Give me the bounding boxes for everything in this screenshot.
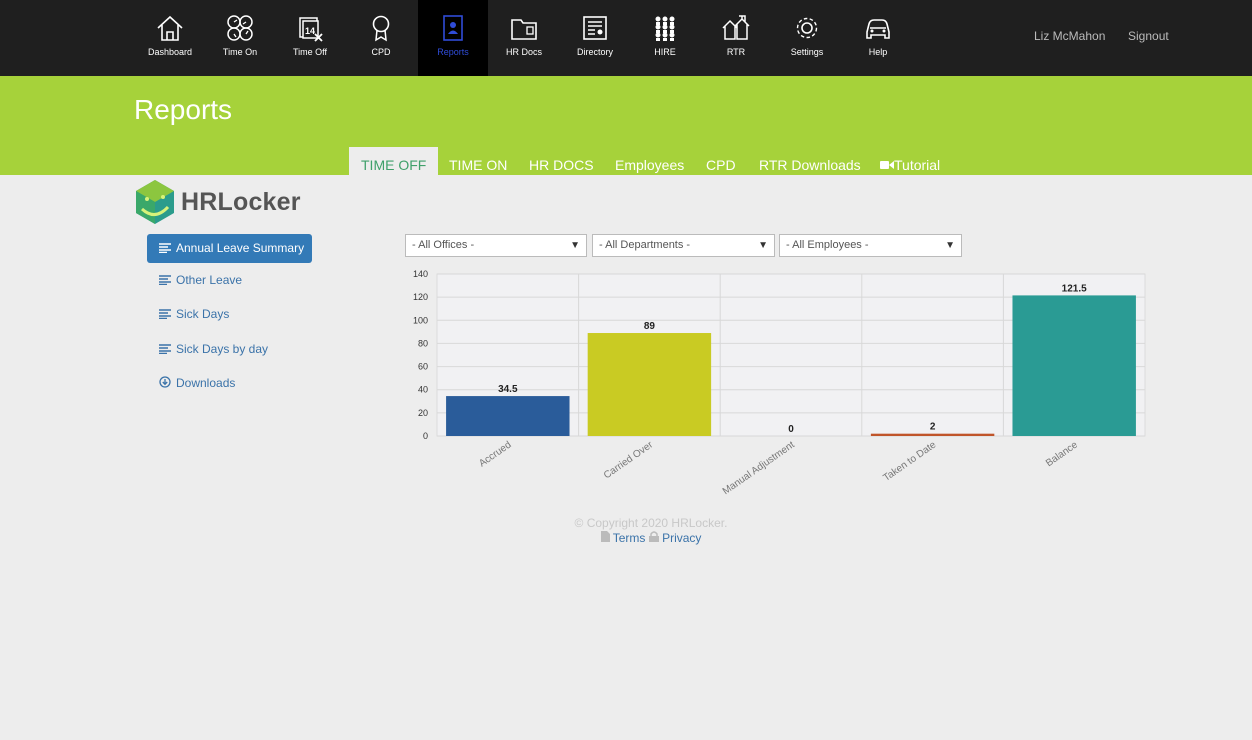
- reports-icon: [443, 15, 463, 41]
- logo-text: HRLocker: [181, 188, 301, 216]
- document-icon: [600, 531, 610, 542]
- folder-icon: [511, 19, 537, 40]
- nav-help[interactable]: Help: [843, 0, 913, 76]
- hrlocker-logo: HRLocker: [134, 179, 314, 225]
- y-tick-label: 80: [418, 338, 428, 348]
- ribbon-award-icon: [372, 15, 390, 42]
- sidebar-item-annual-leave-summary[interactable]: Annual Leave Summary: [147, 234, 312, 263]
- people-grid-icon: [655, 16, 675, 41]
- nav-settings[interactable]: Settings: [772, 0, 842, 76]
- list-icon: [159, 275, 171, 285]
- nav-time-off[interactable]: 14 Time Off: [275, 0, 345, 76]
- bar-taken-to-date: [870, 433, 995, 436]
- y-tick-label: 0: [423, 431, 428, 441]
- bar-chart: 02040608010012014034.5Accrued89Carried O…: [413, 269, 1146, 497]
- nav-rtr[interactable]: RTR: [701, 0, 771, 76]
- home-icon: [157, 15, 183, 41]
- page-header: Reports TIME OFF TIME ON HR DOCS Employe…: [0, 76, 1252, 175]
- data-label: 34.5: [498, 384, 518, 395]
- footer-links: Terms Privacy: [0, 531, 1252, 545]
- y-tick-label: 40: [418, 385, 428, 395]
- bar-accrued: [446, 396, 570, 436]
- directory-icon: [583, 16, 607, 40]
- bar-carried-over: [587, 333, 712, 436]
- tab-rtr-downloads[interactable]: RTR Downloads: [759, 157, 861, 175]
- car-icon: [866, 19, 890, 39]
- list-icon: [159, 309, 171, 319]
- y-tick-label: 20: [418, 408, 428, 418]
- x-tick-label: Taken to Date: [881, 439, 938, 484]
- bar-balance: [1012, 295, 1136, 436]
- nav-cpd[interactable]: CPD: [346, 0, 416, 76]
- sidebar-item-downloads[interactable]: Downloads: [147, 369, 235, 398]
- copyright-text: © Copyright 2020 HRLocker.: [574, 516, 728, 530]
- tab-hr-docs[interactable]: HR DOCS: [529, 157, 594, 175]
- page-title: Reports: [134, 94, 233, 125]
- lock-icon: [648, 531, 659, 542]
- nav-directory[interactable]: Directory: [560, 0, 630, 76]
- y-tick-label: 100: [413, 315, 428, 325]
- terms-link[interactable]: Terms: [613, 531, 646, 545]
- data-label: 89: [644, 321, 656, 332]
- list-icon: [159, 243, 171, 253]
- privacy-link[interactable]: Privacy: [662, 531, 701, 545]
- time-on-icon: [227, 15, 253, 41]
- tab-tutorial-label: Tutorial: [894, 157, 941, 173]
- tab-time-off[interactable]: TIME OFF: [349, 147, 439, 175]
- departments-select[interactable]: - All Departments - ▼: [592, 234, 775, 257]
- user-name-link[interactable]: Liz McMahon: [1034, 29, 1105, 43]
- caret-down-icon: ▼: [758, 240, 768, 251]
- x-tick-label: Accrued: [477, 439, 513, 469]
- caret-down-icon: ▼: [945, 240, 955, 251]
- nav-reports[interactable]: Reports: [418, 0, 488, 76]
- sidebar-item-other-leave[interactable]: Other Leave: [147, 266, 242, 295]
- nav-dashboard[interactable]: Dashboard: [135, 0, 205, 76]
- employees-select[interactable]: - All Employees - ▼: [779, 234, 962, 257]
- offices-select[interactable]: - All Offices - ▼: [405, 234, 587, 257]
- list-icon: [159, 344, 171, 354]
- signout-link[interactable]: Signout: [1128, 29, 1169, 43]
- data-label: 121.5: [1062, 283, 1087, 294]
- sidebar-item-sick-days-by-day[interactable]: Sick Days by day: [147, 335, 268, 364]
- tab-employees[interactable]: Employees: [615, 157, 684, 175]
- data-label: 0: [788, 424, 794, 435]
- nav-hire[interactable]: HIRE: [630, 0, 700, 76]
- data-label: 2: [930, 422, 936, 433]
- nav-time-on[interactable]: Time On: [205, 0, 275, 76]
- video-camera-icon: [880, 161, 894, 169]
- tab-time-on[interactable]: TIME ON: [449, 157, 507, 175]
- y-tick-label: 60: [418, 362, 428, 372]
- logo-icon: [136, 180, 174, 224]
- houses-icon: [722, 15, 750, 40]
- download-circle-icon: [159, 376, 171, 388]
- svg-text:14: 14: [305, 26, 315, 36]
- sidebar-item-sick-days[interactable]: Sick Days: [147, 300, 229, 329]
- annual-leave-chart: 0 20 40 60 80 100 120 140 34.5 Accrued 89 Carried O…: [398, 264, 1158, 514]
- gear-icon: [796, 17, 818, 39]
- x-tick-label: Carried Over: [602, 439, 656, 481]
- calendar-icon: 14: [299, 17, 323, 42]
- caret-down-icon: ▼: [570, 240, 580, 251]
- tab-cpd[interactable]: CPD: [706, 157, 736, 175]
- nav-hr-docs[interactable]: HR Docs: [489, 0, 559, 76]
- top-navigation-bar: Dashboard Time On 14 Time Off CPD Report…: [0, 0, 1252, 76]
- y-tick-label: 140: [413, 269, 428, 279]
- x-tick-label: Manual Adjustment: [721, 439, 797, 497]
- y-tick-label: 120: [413, 292, 428, 302]
- x-tick-label: Balance: [1044, 439, 1080, 469]
- tab-tutorial[interactable]: Tutorial: [880, 157, 940, 175]
